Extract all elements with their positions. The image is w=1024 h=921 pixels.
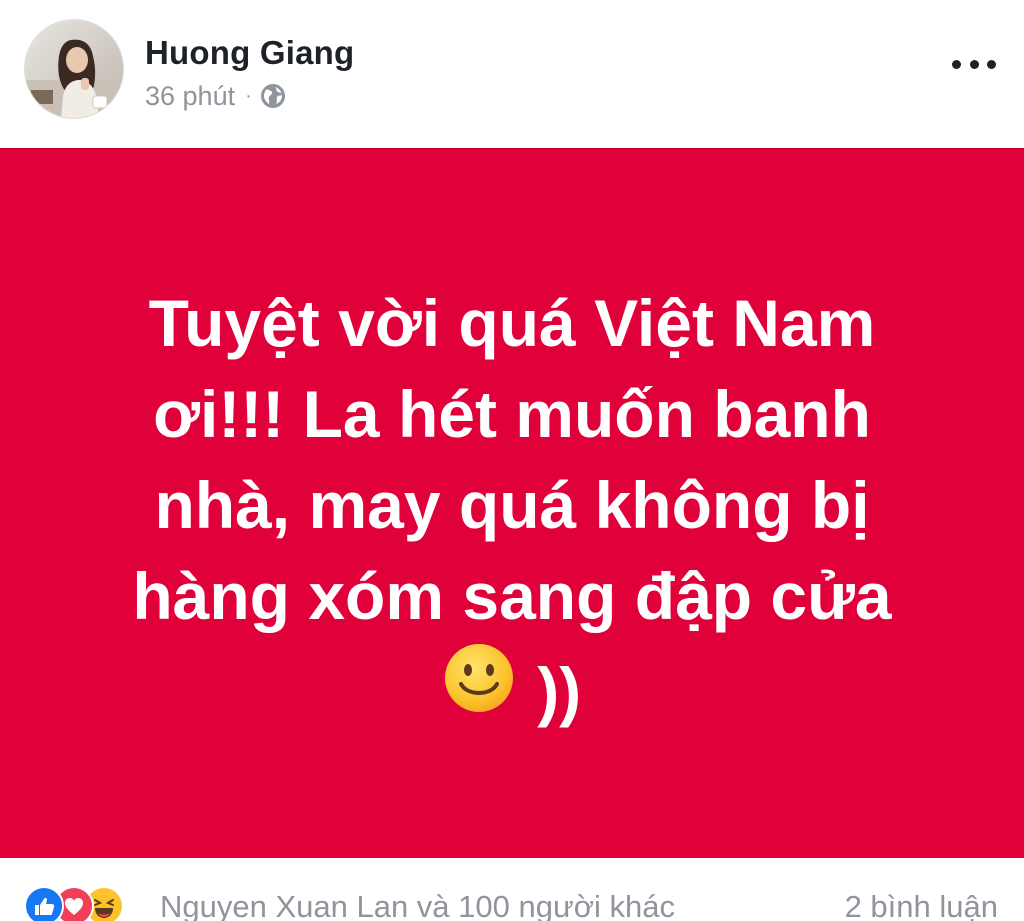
post-text: Tuyệt vời quá Việt Nam ơi!!! La hét muốn… (62, 278, 962, 737)
slightly-smiling-face-icon (443, 642, 515, 714)
meta-separator: · (245, 84, 252, 107)
comments-count[interactable]: 2 bình luận (845, 889, 998, 921)
like-icon (24, 886, 64, 921)
post-text-line: ơi!!! La hét muốn banh (153, 376, 871, 451)
globe-icon[interactable] (260, 83, 286, 109)
post-card: Huong Giang 36 phút · Tuyệt vời quá Việt… (0, 0, 1024, 921)
avatar[interactable] (24, 19, 124, 119)
avatar-photo (25, 20, 123, 118)
author-name[interactable]: Huong Giang (145, 34, 354, 72)
more-dot (987, 59, 996, 69)
post-text-emoji-line: )) (62, 642, 962, 737)
more-dot (952, 59, 961, 69)
more-dot (969, 59, 979, 69)
post-header: Huong Giang 36 phút · (0, 0, 1024, 148)
post-content-background[interactable]: Tuyệt vời quá Việt Nam ơi!!! La hét muốn… (0, 148, 1024, 858)
post-timestamp[interactable]: 36 phút (145, 81, 235, 112)
more-options-icon[interactable] (952, 52, 996, 76)
reaction-icons[interactable] (24, 886, 124, 921)
reactors-summary[interactable]: Nguyen Xuan Lan và 100 người khác (160, 889, 675, 921)
post-text-line: hàng xóm sang đập cửa (132, 558, 892, 633)
post-text-trailing: )) (537, 653, 582, 728)
post-text-line: Tuyệt vời quá Việt Nam (148, 285, 876, 360)
post-meta: 36 phút · (145, 80, 286, 112)
post-footer: Nguyen Xuan Lan và 100 người khác 2 bình… (0, 858, 1024, 921)
post-text-line: nhà, may quá không bị (154, 467, 870, 542)
